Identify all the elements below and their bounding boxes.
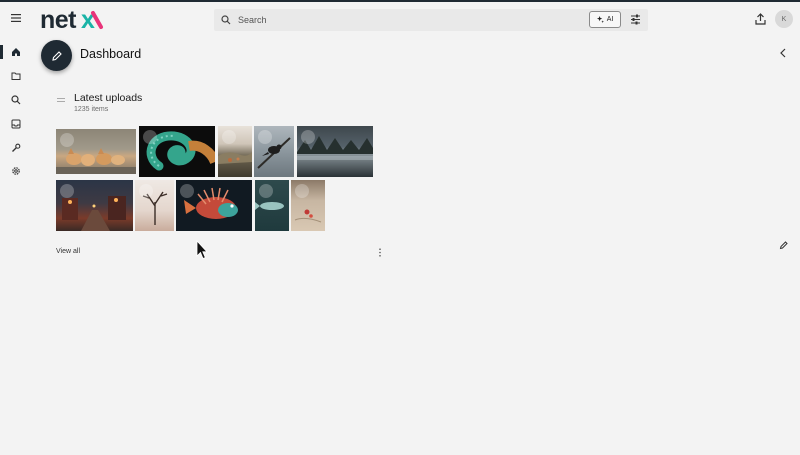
view-all-link[interactable]: View all [56,248,80,255]
gear-icon[interactable] [11,166,21,176]
hamburger-menu-icon[interactable] [10,13,22,23]
select-overlay[interactable] [143,130,157,144]
select-overlay[interactable] [258,130,272,144]
search-icon[interactable] [11,95,21,105]
select-overlay[interactable] [139,184,153,198]
search-bar[interactable]: AI [214,9,648,31]
thumbnail-fish-in-water[interactable] [255,180,289,231]
more-options-icon[interactable] [378,248,382,257]
edit-pencil-icon[interactable] [779,240,789,250]
pencil-icon [52,51,62,61]
app-header: net x AI K [0,2,800,36]
upload-icon[interactable] [755,13,766,25]
thumbnail-bird-on-branch[interactable] [254,126,294,177]
thumbnail-dead-tree-desert[interactable] [135,180,174,231]
netx-logo[interactable]: net x [40,7,104,33]
edit-dashboard-button[interactable] [41,40,72,71]
thumbnail-sandy-shore-flowers[interactable] [291,180,325,231]
mouse-cursor-icon [196,240,208,260]
ai-search-button[interactable]: AI [589,11,621,28]
thumbnail-lit-street-night[interactable] [56,180,133,231]
folder-icon[interactable] [11,71,21,81]
svg-text:net: net [40,7,77,33]
active-nav-indicator [0,45,3,59]
ai-label: AI [606,16,614,23]
select-overlay[interactable] [295,184,309,198]
sliders-icon[interactable] [630,14,641,25]
thumbnail-fox-kits[interactable] [56,129,136,174]
select-overlay[interactable] [222,130,236,144]
user-avatar[interactable]: K [775,10,793,28]
select-overlay[interactable] [301,130,315,144]
select-overlay[interactable] [259,184,273,198]
select-overlay[interactable] [180,184,194,198]
widget-item-count: 1235 items [74,106,109,113]
drag-handle-icon[interactable] [57,98,65,102]
select-overlay[interactable] [60,133,74,147]
home-icon[interactable] [11,47,21,57]
widget-title: Latest uploads [74,92,143,104]
avatar-initial: K [781,15,787,23]
thumbnail-coastal-landscape[interactable] [218,126,252,177]
wrench-icon[interactable] [11,143,21,153]
search-input[interactable] [238,9,578,31]
sidebar [0,36,32,455]
page-title: Dashboard [80,47,142,61]
select-overlay[interactable] [60,184,74,198]
thumbnail-misty-forest-lake[interactable] [297,126,373,177]
thumbnail-chameleon-tail[interactable] [139,126,215,177]
sparkle-icon [596,16,604,23]
search-icon [221,15,231,25]
chevron-left-icon[interactable] [779,48,787,58]
inbox-icon[interactable] [11,119,21,129]
thumbnail-lionfish-illustration[interactable] [176,180,252,231]
svg-text:x: x [81,7,95,33]
